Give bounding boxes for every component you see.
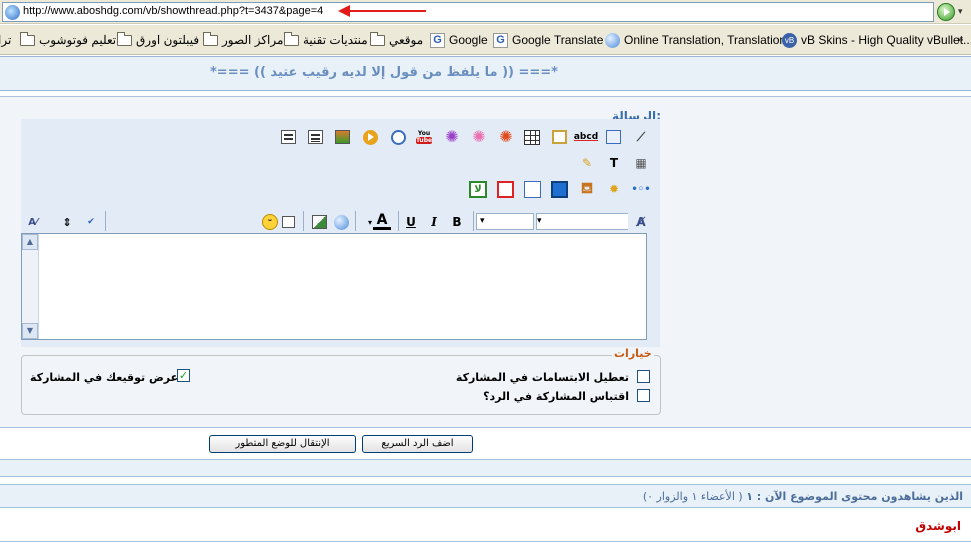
folder-icon (284, 32, 299, 46)
flash-icon[interactable] (550, 180, 568, 198)
magic-wand-icon[interactable]: ⟋ (632, 128, 650, 146)
stamp-icon[interactable]: ⛾ (578, 179, 596, 198)
bookmark-truncated[interactable]: ترا (0, 32, 11, 49)
options-fieldset: خيارات تعطيل الابتسامات في المشاركة اقتب… (21, 347, 661, 415)
folder-icon (117, 32, 132, 46)
show-signature-label: عرض توقيعك في المشاركة (30, 371, 179, 384)
thread-title-bar: *=== (( ما يلفظ من قول إلا لديه رقيب عتي… (0, 56, 971, 91)
viewers-header: الذين يشاهدون محتوى الموضوع الآن : ١ ( ا… (0, 484, 971, 508)
bookmark-online-translation[interactable]: Online Translation, Translation... (605, 32, 796, 49)
section-divider (0, 459, 971, 477)
page-globe-icon (5, 5, 20, 20)
blue-frame-icon[interactable] (523, 180, 541, 198)
bookmarks-overflow-chevron-icon[interactable]: » (957, 33, 964, 46)
quote-post-checkbox[interactable] (637, 389, 650, 402)
google-icon: G (493, 33, 508, 48)
resize-vertical-icon[interactable]: ⇕ (58, 213, 76, 231)
background-pattern-icon[interactable]: ▦ (632, 154, 650, 172)
red-arrow-annotation (338, 5, 426, 17)
address-bar-row: http://www.aboshdg.com/vb/showthread.php… (0, 0, 971, 24)
font-select[interactable]: ▾ (536, 213, 628, 230)
insert-image-icon[interactable] (333, 128, 351, 146)
address-input[interactable]: http://www.aboshdg.com/vb/showthread.php… (2, 2, 934, 22)
globe-icon (605, 33, 620, 48)
sparkle-pink-icon[interactable]: ✺ (470, 128, 488, 146)
advanced-mode-button[interactable]: الإنتقال للوضع المتطور (209, 435, 356, 453)
insert-form-icon[interactable] (279, 128, 297, 146)
dots-icon[interactable]: •◦• (631, 180, 650, 198)
remove-format-icon[interactable]: A̸ (632, 213, 650, 231)
bookmark-vb-skins[interactable]: vB vB Skins - High Quality vBullet... (782, 32, 971, 49)
red-box-icon[interactable] (496, 180, 514, 198)
sparkle-orange-icon[interactable]: ✺ (497, 128, 515, 146)
size-select[interactable]: ▾ (476, 213, 534, 230)
spellcheck-icon[interactable]: ✔ (82, 213, 100, 231)
folder-icon (203, 32, 218, 46)
folder-icon (370, 32, 385, 46)
message-textarea[interactable]: ▲ ▼ (21, 233, 647, 340)
highlight-pen-icon[interactable]: ✎ (578, 154, 596, 172)
scroll-up-button[interactable]: ▲ (22, 234, 38, 250)
bookmarks-bar: ترا تعليم فوتوشوب فيبلتون اورق مراكز الص… (0, 25, 971, 55)
sun-icon[interactable]: ✹ (605, 180, 623, 198)
go-dropdown-icon[interactable]: ▾ (958, 3, 970, 21)
viewers-breakdown: ( الأعضاء ١ والزوار ٠) (642, 490, 743, 503)
info-icon[interactable] (389, 128, 407, 146)
abcd-icon[interactable]: abcd (574, 128, 598, 146)
insert-link-icon[interactable] (332, 213, 350, 231)
font-size-icon[interactable]: A⁄ (24, 213, 42, 231)
bookmark-folder-photoshop[interactable]: تعليم فوتوشوب (20, 32, 116, 49)
quote-icon[interactable] (279, 213, 297, 231)
viewer-member-link[interactable]: ابوشدق (915, 519, 961, 533)
script-icon[interactable] (604, 128, 622, 146)
youtube-icon[interactable]: You Tube (415, 128, 433, 146)
vertical-scrollbar[interactable]: ▲ ▼ (22, 234, 39, 339)
toolbar-separator (398, 211, 399, 231)
underline-button[interactable]: U (402, 213, 420, 231)
toolbar-separator (355, 211, 356, 231)
vb-icon: vB (782, 33, 797, 48)
toolbar-separator (105, 211, 106, 231)
viewers-heading: الذين يشاهدون محتوى الموضوع الآن : ١ (746, 490, 963, 503)
address-url[interactable]: http://www.aboshdg.com/vb/showthread.php… (23, 5, 323, 17)
bold-button[interactable]: B (448, 213, 466, 231)
folder-icon (20, 32, 35, 46)
scroll-down-button[interactable]: ▼ (22, 323, 38, 339)
frame-icon[interactable] (550, 128, 568, 146)
thread-title: *=== (( ما يلفظ من قول إلا لديه رقيب عتي… (210, 65, 558, 80)
quote-post-label: اقتباس المشاركة في الرد؟ (483, 390, 629, 403)
toolbar-separator (473, 211, 474, 231)
media-play-icon[interactable] (361, 128, 379, 146)
text-color-t-icon[interactable]: T (605, 154, 623, 172)
insert-list-icon[interactable] (306, 128, 324, 146)
bookmark-folder-my-site[interactable]: موقعي (370, 32, 423, 49)
quick-reply-submit-button[interactable]: اضف الرد السريع (362, 435, 473, 453)
bookmark-folder-tech-forums[interactable]: منتديات تقنية (284, 32, 368, 49)
options-legend: خيارات (612, 347, 654, 360)
smilies-icon[interactable]: ᵕ (261, 213, 279, 231)
font-color-icon[interactable]: A (373, 212, 391, 230)
insert-picture-icon[interactable] (310, 213, 328, 231)
viewers-list: ابوشدق (0, 509, 971, 542)
disable-smilies-checkbox[interactable] (637, 370, 650, 383)
disable-smilies-label: تعطيل الابتسامات في المشاركة (455, 371, 629, 384)
toolbar-separator (303, 211, 304, 231)
viewers-text: الذين يشاهدون محتوى الموضوع الآن : ١ ( ا… (643, 490, 963, 503)
bookmark-google-translate[interactable]: G Google Translate (493, 32, 603, 49)
forum-page: *=== (( ما يلفظ من قول إلا لديه رقيب عتي… (0, 56, 971, 545)
editor: You Tube ✺ ✺ ✺ abcd ⟋ ✎ T ▦ لا ⛾ ✹ •◦• A⁄… (21, 119, 660, 347)
italic-button[interactable]: I (425, 213, 443, 231)
go-button[interactable] (937, 3, 955, 21)
bookmark-folder-2[interactable]: فيبلتون اورق (117, 32, 199, 49)
sparkle-purple-icon[interactable]: ✺ (443, 128, 461, 146)
show-signature-checkbox[interactable]: ✓ (177, 369, 190, 382)
google-icon: G (430, 33, 445, 48)
bookmark-folder-image-hosts[interactable]: مراكز الصور (203, 32, 283, 49)
bookmark-google[interactable]: G Google (430, 32, 488, 49)
green-box-icon[interactable]: لا (469, 180, 487, 198)
quick-reply-panel: الرسالة: YouTube ✺ ✺ ✺ abcd ⟋ ✎ T ▦ لا (0, 96, 971, 428)
insert-table-icon[interactable] (523, 128, 541, 146)
